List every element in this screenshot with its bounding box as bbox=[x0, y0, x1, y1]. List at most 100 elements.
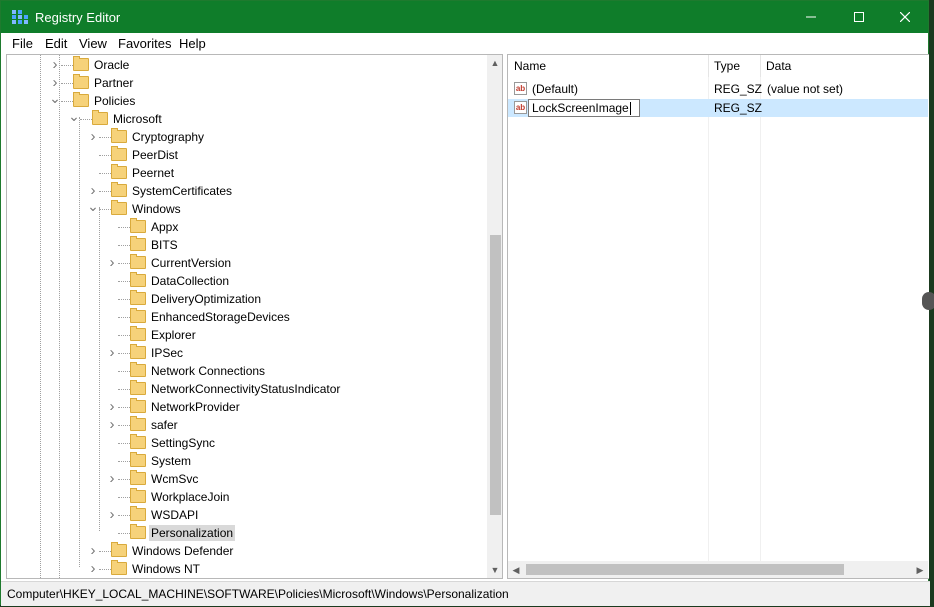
chevron-right-icon[interactable]: › bbox=[106, 255, 118, 271]
tree-node-label[interactable]: Cryptography bbox=[130, 129, 206, 145]
tree-node-enhancedstoragedevices[interactable]: EnhancedStorageDevices bbox=[7, 308, 502, 326]
tree-node-label[interactable]: PeerDist bbox=[130, 147, 180, 163]
tree-node-label[interactable]: NetworkConnectivityStatusIndicator bbox=[149, 381, 342, 397]
tree-node-label[interactable]: Personalization bbox=[149, 525, 236, 541]
tree-node-label[interactable]: WSDAPI bbox=[149, 507, 200, 523]
title-bar[interactable]: Registry Editor bbox=[1, 1, 928, 33]
registry-key-tree[interactable]: › Oracle › Partner ⌄ Policies ⌄ Microsoft › Crypt… bbox=[6, 54, 503, 579]
tree-node-label[interactable]: Windows Defender bbox=[130, 543, 235, 559]
tree-guide-line bbox=[118, 227, 130, 228]
tree-scroll-thumb[interactable] bbox=[490, 235, 501, 515]
rename-value-input[interactable]: LockScreenImage bbox=[528, 99, 640, 117]
tree-node-label[interactable]: BITS bbox=[149, 237, 180, 253]
chevron-right-icon[interactable]: › bbox=[106, 417, 118, 433]
chevron-right-icon[interactable]: › bbox=[106, 345, 118, 361]
tree-node-wsdapi[interactable]: › WSDAPI bbox=[7, 506, 502, 524]
tree-node-label[interactable]: CurrentVersion bbox=[149, 255, 233, 271]
tree-node-label[interactable]: Windows NT bbox=[130, 561, 202, 577]
tree-node-ipsec[interactable]: › IPSec bbox=[7, 344, 502, 362]
tree-node-workplacejoin[interactable]: WorkplaceJoin bbox=[7, 488, 502, 506]
tree-node-appx[interactable]: Appx bbox=[7, 218, 502, 236]
tree-node-bits[interactable]: BITS bbox=[7, 236, 502, 254]
tree-node-safer[interactable]: › safer bbox=[7, 416, 502, 434]
minimize-button[interactable] bbox=[788, 1, 834, 33]
menu-edit[interactable]: Edit bbox=[45, 36, 67, 51]
tree-node-label[interactable]: SettingSync bbox=[149, 435, 217, 451]
value-row-default[interactable]: ab (Default) REG_SZ (value not set) bbox=[508, 80, 928, 98]
tree-node-windows-defender[interactable]: › Windows Defender bbox=[7, 542, 502, 560]
tree-node-label[interactable]: Oracle bbox=[92, 57, 131, 73]
tree-node-network-connections[interactable]: Network Connections bbox=[7, 362, 502, 380]
close-button[interactable] bbox=[882, 1, 928, 33]
tree-node-label[interactable]: safer bbox=[149, 417, 180, 433]
menu-view[interactable]: View bbox=[79, 36, 107, 51]
column-header-data[interactable]: Data bbox=[760, 55, 928, 77]
tree-node-label[interactable]: Microsoft bbox=[111, 111, 164, 127]
chevron-right-icon[interactable]: › bbox=[106, 399, 118, 415]
tree-guide-line bbox=[118, 317, 130, 318]
tree-node-explorer[interactable]: Explorer bbox=[7, 326, 502, 344]
tree-node-windows[interactable]: ⌄ Windows bbox=[7, 199, 502, 218]
list-scroll-thumb[interactable] bbox=[526, 564, 844, 575]
tree-node-label[interactable]: Partner bbox=[92, 75, 135, 91]
folder-icon bbox=[130, 290, 146, 305]
folder-icon bbox=[111, 560, 127, 575]
scroll-right-icon[interactable]: ▶ bbox=[912, 562, 928, 578]
menu-favorites[interactable]: Favorites bbox=[118, 36, 171, 51]
tree-node-label[interactable]: Explorer bbox=[149, 327, 198, 343]
tree-node-networkconnectivitystatusindicator[interactable]: NetworkConnectivityStatusIndicator bbox=[7, 380, 502, 398]
tree-node-partner[interactable]: › Partner bbox=[7, 74, 502, 92]
tree-node-label[interactable]: Policies bbox=[92, 93, 137, 109]
chevron-right-icon[interactable]: › bbox=[87, 561, 99, 577]
tree-node-label[interactable]: WcmSvc bbox=[149, 471, 200, 487]
scroll-down-icon[interactable]: ▼ bbox=[487, 562, 502, 578]
tree-node-policies[interactable]: ⌄ Policies bbox=[7, 91, 502, 110]
tree-node-systemcertificates[interactable]: › SystemCertificates bbox=[7, 182, 502, 200]
tree-node-label[interactable]: SystemCertificates bbox=[130, 183, 234, 199]
tree-node-peernet[interactable]: Peernet bbox=[7, 164, 502, 182]
column-header-name[interactable]: Name bbox=[508, 55, 708, 77]
tree-node-deliveryoptimization[interactable]: DeliveryOptimization bbox=[7, 290, 502, 308]
chevron-down-icon[interactable]: ⌄ bbox=[87, 199, 99, 217]
tree-node-personalization[interactable]: Personalization bbox=[7, 524, 502, 542]
tree-node-label[interactable]: DataCollection bbox=[149, 273, 231, 289]
tree-node-system[interactable]: System bbox=[7, 452, 502, 470]
tree-node-currentversion[interactable]: › CurrentVersion bbox=[7, 254, 502, 272]
chevron-right-icon[interactable]: › bbox=[106, 471, 118, 487]
value-row-lockscreenimage[interactable]: ab LockScreenImage REG_SZ bbox=[508, 99, 928, 117]
chevron-right-icon[interactable]: › bbox=[87, 183, 99, 199]
tree-node-label[interactable]: Appx bbox=[149, 219, 180, 235]
chevron-right-icon[interactable]: › bbox=[87, 129, 99, 145]
tree-node-settingsync[interactable]: SettingSync bbox=[7, 434, 502, 452]
column-header-type[interactable]: Type bbox=[708, 55, 760, 77]
tree-node-label[interactable]: Network Connections bbox=[149, 363, 267, 379]
tree-node-peerdist[interactable]: PeerDist bbox=[7, 146, 502, 164]
menu-file[interactable]: File bbox=[12, 36, 33, 51]
tree-node-label[interactable]: WorkplaceJoin bbox=[149, 489, 231, 505]
registry-values-list[interactable]: Name Type Data ab (Default) REG_SZ (valu… bbox=[507, 54, 929, 579]
menu-help[interactable]: Help bbox=[179, 36, 206, 51]
tree-node-networkprovider[interactable]: › NetworkProvider bbox=[7, 398, 502, 416]
tree-node-label[interactable]: System bbox=[149, 453, 193, 469]
tree-node-label[interactable]: EnhancedStorageDevices bbox=[149, 309, 292, 325]
scroll-up-icon[interactable]: ▲ bbox=[487, 55, 502, 71]
registry-editor-window: Registry Editor File Edit View Favorites… bbox=[0, 0, 930, 606]
chevron-right-icon[interactable]: › bbox=[87, 543, 99, 559]
tree-node-windows-nt[interactable]: › Windows NT bbox=[7, 560, 502, 578]
tree-node-datacollection[interactable]: DataCollection bbox=[7, 272, 502, 290]
scroll-left-icon[interactable]: ◀ bbox=[508, 562, 524, 578]
tree-node-oracle[interactable]: › Oracle bbox=[7, 56, 502, 74]
tree-node-label[interactable]: Peernet bbox=[130, 165, 176, 181]
tree-node-label[interactable]: IPSec bbox=[149, 345, 185, 361]
tree-vertical-scrollbar[interactable]: ▲ ▼ bbox=[487, 55, 502, 578]
list-horizontal-scrollbar[interactable]: ◀ ▶ bbox=[508, 561, 928, 578]
tree-node-label[interactable]: Windows bbox=[130, 201, 183, 217]
chevron-right-icon[interactable]: › bbox=[106, 507, 118, 523]
tree-node-label[interactable]: NetworkProvider bbox=[149, 399, 242, 415]
tree-node-label[interactable]: DeliveryOptimization bbox=[149, 291, 263, 307]
tree-node-wcmsvc[interactable]: › WcmSvc bbox=[7, 470, 502, 488]
tree-node-cryptography[interactable]: › Cryptography bbox=[7, 128, 502, 146]
maximize-button[interactable] bbox=[836, 1, 882, 33]
